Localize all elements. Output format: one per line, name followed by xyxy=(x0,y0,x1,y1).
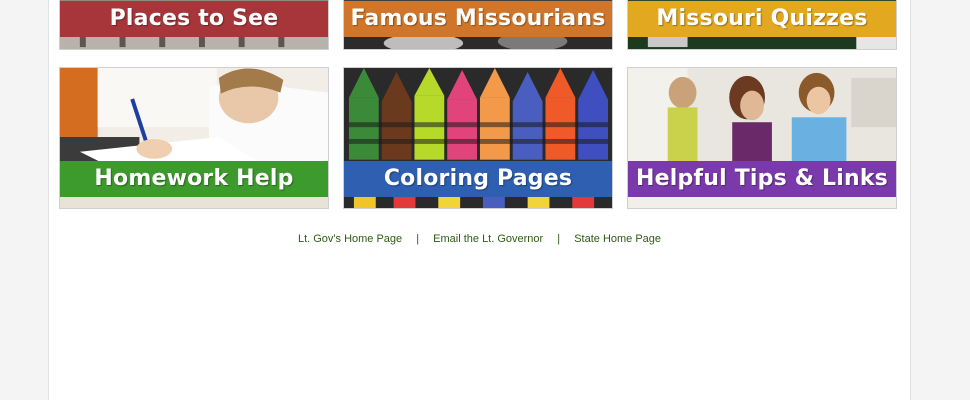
link-separator: | xyxy=(557,233,561,245)
tile-label: Helpful Tips & Links xyxy=(628,161,896,197)
footer-links: Lt. Gov's Home Page | Email the Lt. Gove… xyxy=(49,233,910,245)
state-home-link[interactable]: State Home Page xyxy=(574,233,661,245)
link-separator: | xyxy=(416,233,420,245)
tile-label: Coloring Pages xyxy=(344,161,612,197)
homework-help-tile[interactable]: Homework Help xyxy=(59,67,329,209)
page-content: Places to See Famous Missourians Missour… xyxy=(48,0,911,400)
tile-label: Places to See xyxy=(60,1,328,37)
missouri-quizzes-tile[interactable]: Missouri Quizzes xyxy=(627,0,897,50)
helpful-tips-links-tile[interactable]: Helpful Tips & Links xyxy=(627,67,897,209)
tile-label: Missouri Quizzes xyxy=(628,1,896,37)
email-lt-governor-link[interactable]: Email the Lt. Governor xyxy=(433,233,543,245)
tile-label: Homework Help xyxy=(60,161,328,197)
tile-label: Famous Missourians xyxy=(344,1,612,37)
coloring-pages-tile[interactable]: Coloring Pages xyxy=(343,67,613,209)
places-to-see-tile[interactable]: Places to See xyxy=(59,0,329,50)
lt-gov-home-link[interactable]: Lt. Gov's Home Page xyxy=(298,233,402,245)
famous-missourians-tile[interactable]: Famous Missourians xyxy=(343,0,613,50)
